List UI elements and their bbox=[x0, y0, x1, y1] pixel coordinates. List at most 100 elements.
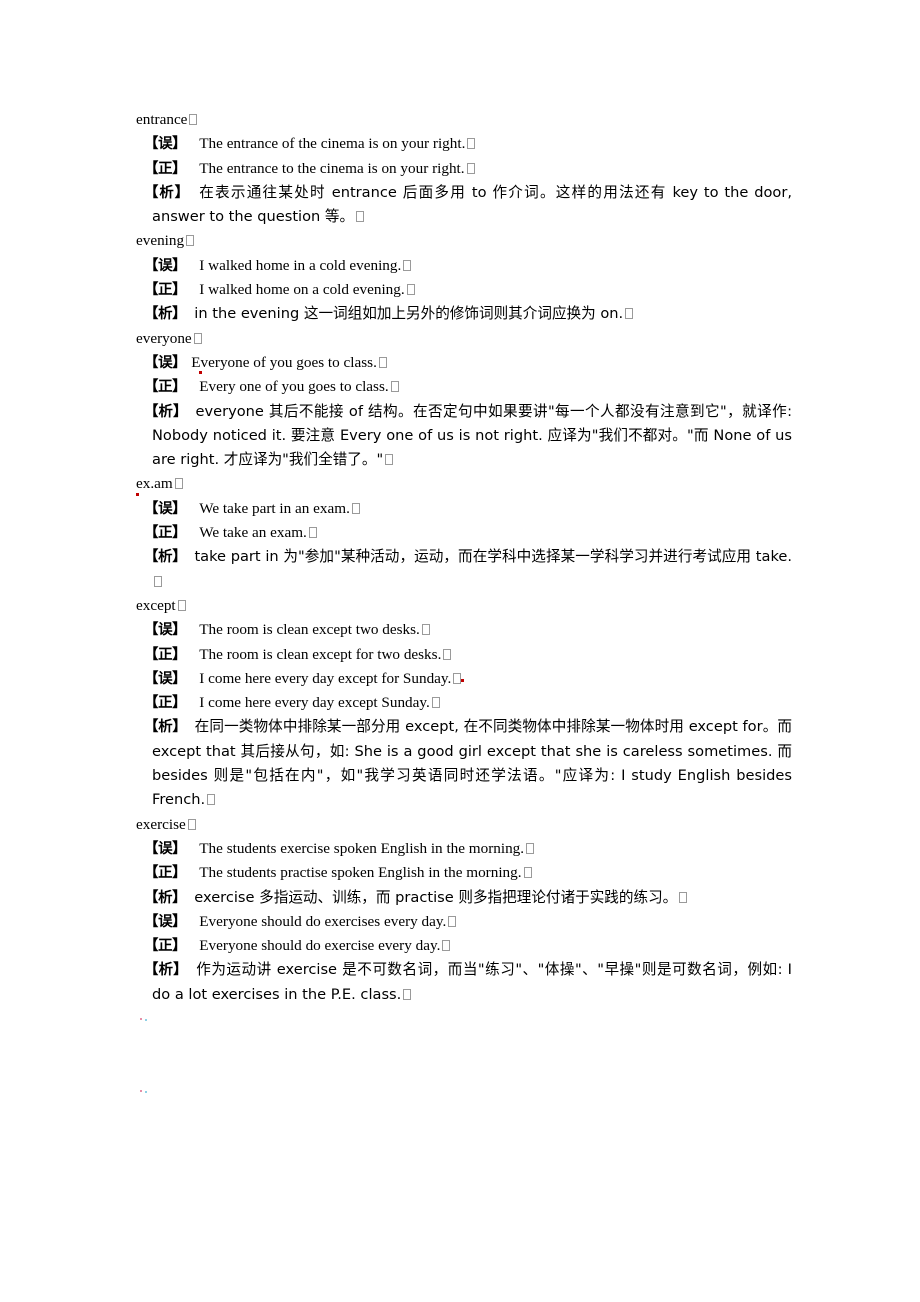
marker-wrong: 【误】 bbox=[144, 670, 187, 687]
entry-text: exercise 多指运动、训练，而 practise 则多指把理论付诸于实践的… bbox=[194, 888, 678, 906]
tofu-box-icon bbox=[467, 138, 476, 150]
headword-text: evening bbox=[136, 232, 185, 250]
tofu-box-icon bbox=[526, 842, 535, 854]
tofu-box-icon bbox=[187, 818, 196, 830]
entry-line-wrong: 【误】 Everyone of you goes to class. bbox=[144, 351, 792, 375]
marker-wrong: 【误】 bbox=[144, 257, 187, 274]
entry-text: I walked home in a cold evening. bbox=[199, 256, 402, 274]
tofu-box-icon bbox=[523, 867, 532, 879]
entry-line-wrong: 【误】 The students exercise spoken English … bbox=[144, 837, 792, 861]
entry-text: Everyone of you goes to class. bbox=[191, 351, 377, 375]
marker-wrong: 【误】 bbox=[144, 622, 187, 639]
headword-exercise: exercise bbox=[136, 813, 792, 837]
marker-correct: 【正】 bbox=[144, 865, 187, 882]
entry-line-analysis: 【析】 everyone 其后不能接 of 结构。在否定句中如果要讲"每一个人都没… bbox=[144, 400, 792, 473]
entry-text: The students practise spoken English in … bbox=[199, 864, 522, 882]
entry-text: I come here every day except Sunday. bbox=[199, 694, 430, 712]
tofu-box-icon bbox=[406, 284, 415, 296]
marker-correct: 【正】 bbox=[144, 282, 187, 299]
entry-line-wrong: 【误】 Everyone should do exercises every da… bbox=[144, 910, 792, 934]
entry-text: The room is clean except two desks. bbox=[199, 621, 420, 639]
entry-line-analysis: 【析】 in the evening 这一词组如加上另外的修饰词则其介词应换为 o… bbox=[144, 302, 792, 326]
marker-analysis: 【析】 bbox=[144, 889, 187, 906]
entry-line-wrong: 【误】 The entrance of the cinema is on your… bbox=[144, 132, 792, 156]
marker-correct: 【正】 bbox=[144, 646, 187, 663]
entry-text: We take an exam. bbox=[199, 524, 307, 542]
tofu-box-icon bbox=[193, 332, 202, 344]
marker-analysis: 【析】 bbox=[144, 962, 188, 979]
entry-line-wrong: 【误】 The room is clean except two desks. bbox=[144, 618, 792, 642]
tofu-box-icon bbox=[390, 381, 399, 393]
marker-correct: 【正】 bbox=[144, 379, 187, 396]
tofu-box-icon bbox=[625, 308, 634, 320]
tofu-box-icon bbox=[351, 502, 360, 514]
headword-text: everyone bbox=[136, 329, 192, 347]
tofu-box-icon bbox=[308, 527, 317, 539]
entry-text: 在表示通往某处时 entrance 后面多用 to 作介词。这样的用法还有 ke… bbox=[152, 183, 792, 226]
document-body: entrance 【误】 The entrance of the cinema i… bbox=[136, 108, 792, 1007]
entry-line-analysis: 【析】 take part in 为"参加"某种活动，运动，而在学科中选择某一学科… bbox=[144, 545, 792, 594]
tofu-box-icon bbox=[431, 697, 440, 709]
headword-everyone: everyone bbox=[136, 327, 792, 351]
entry-text: 在同一类物体中排除某一部分用 except, 在不同类物体中排除某一物体时用 e… bbox=[152, 718, 792, 809]
marker-correct: 【正】 bbox=[144, 938, 187, 955]
marker-correct: 【正】 bbox=[144, 525, 187, 542]
tofu-box-icon bbox=[385, 454, 394, 466]
entry-text: 作为运动讲 exercise 是不可数名词，而当"练习"、"体操"、"早操"则是… bbox=[152, 961, 792, 1003]
headword-text: ex.am bbox=[136, 472, 173, 497]
tofu-box-icon bbox=[679, 891, 688, 903]
entry-line-correct: 【正】 The entrance to the cinema is on your… bbox=[144, 157, 792, 181]
tofu-box-icon bbox=[403, 259, 412, 271]
entry-text: The students exercise spoken English in … bbox=[199, 839, 525, 857]
headword-evening: evening bbox=[136, 229, 792, 253]
entry-text: in the evening 这一词组如加上另外的修饰词则其介词应换为 on. bbox=[194, 305, 624, 323]
headword-entrance: entrance bbox=[136, 108, 792, 132]
tofu-box-icon bbox=[174, 478, 183, 490]
tofu-box-icon bbox=[154, 575, 162, 587]
marker-analysis: 【析】 bbox=[144, 306, 187, 323]
headword-exam: ex.am bbox=[136, 472, 792, 497]
headword-text: exercise bbox=[136, 815, 186, 833]
entry-line-correct: 【正】 We take an exam. bbox=[144, 521, 792, 545]
tofu-box-icon bbox=[421, 624, 430, 636]
headword-text: except bbox=[136, 596, 176, 614]
entry-line-wrong: 【误】 I come here every day except for Sund… bbox=[144, 667, 792, 691]
entry-line-analysis: 【析】 exercise 多指运动、训练，而 practise 则多指把理论付诸于… bbox=[144, 886, 792, 910]
document-page: entrance 【误】 The entrance of the cinema i… bbox=[0, 0, 920, 1302]
tofu-box-icon bbox=[443, 648, 452, 660]
marker-wrong: 【误】 bbox=[144, 136, 187, 153]
empty-paragraph-mark bbox=[140, 1018, 147, 1024]
tofu-box-icon bbox=[356, 211, 365, 223]
marker-correct: 【正】 bbox=[144, 695, 187, 712]
entry-text: I come here every day except for Sunday. bbox=[199, 669, 452, 687]
tofu-box-icon bbox=[186, 235, 195, 247]
marker-analysis: 【析】 bbox=[144, 184, 190, 201]
headword-except: except bbox=[136, 594, 792, 618]
entry-line-correct: 【正】 I walked home on a cold evening. bbox=[144, 278, 792, 302]
marker-analysis: 【析】 bbox=[144, 403, 188, 420]
entry-text: Every one of you goes to class. bbox=[199, 378, 389, 396]
marker-wrong: 【误】 bbox=[144, 500, 187, 517]
entry-text: Everyone should do exercises every day. bbox=[199, 912, 447, 930]
entry-text: The entrance of the cinema is on your ri… bbox=[199, 135, 466, 153]
entry-text: everyone 其后不能接 of 结构。在否定句中如果要讲"每一个人都没有注意… bbox=[152, 402, 792, 469]
entry-line-correct: 【正】 The room is clean except for two desk… bbox=[144, 643, 792, 667]
marker-wrong: 【误】 bbox=[144, 913, 187, 930]
tofu-box-icon bbox=[177, 599, 186, 611]
entry-text: The room is clean except for two desks. bbox=[199, 645, 442, 663]
tofu-box-icon bbox=[442, 940, 451, 952]
entry-line-wrong: 【误】 I walked home in a cold evening. bbox=[144, 254, 792, 278]
entry-text: I walked home on a cold evening. bbox=[199, 281, 405, 299]
marker-correct: 【正】 bbox=[144, 160, 187, 177]
marker-analysis: 【析】 bbox=[144, 549, 187, 566]
entry-text: We take part in an exam. bbox=[199, 499, 350, 517]
entry-line-analysis: 【析】 作为运动讲 exercise 是不可数名词，而当"练习"、"体操"、"早操… bbox=[144, 958, 792, 1007]
entry-text: The entrance to the cinema is on your ri… bbox=[199, 159, 465, 177]
entry-text: take part in 为"参加"某种活动，运动，而在学科中选择某一学科学习并… bbox=[194, 548, 792, 566]
headword-text: entrance bbox=[136, 111, 188, 128]
entry-line-correct: 【正】 Every one of you goes to class. bbox=[144, 375, 792, 399]
entry-line-correct: 【正】 I come here every day except Sunday. bbox=[144, 691, 792, 715]
tofu-box-icon bbox=[403, 988, 412, 1000]
tofu-box-icon bbox=[378, 356, 387, 368]
tofu-box-icon bbox=[448, 915, 457, 927]
